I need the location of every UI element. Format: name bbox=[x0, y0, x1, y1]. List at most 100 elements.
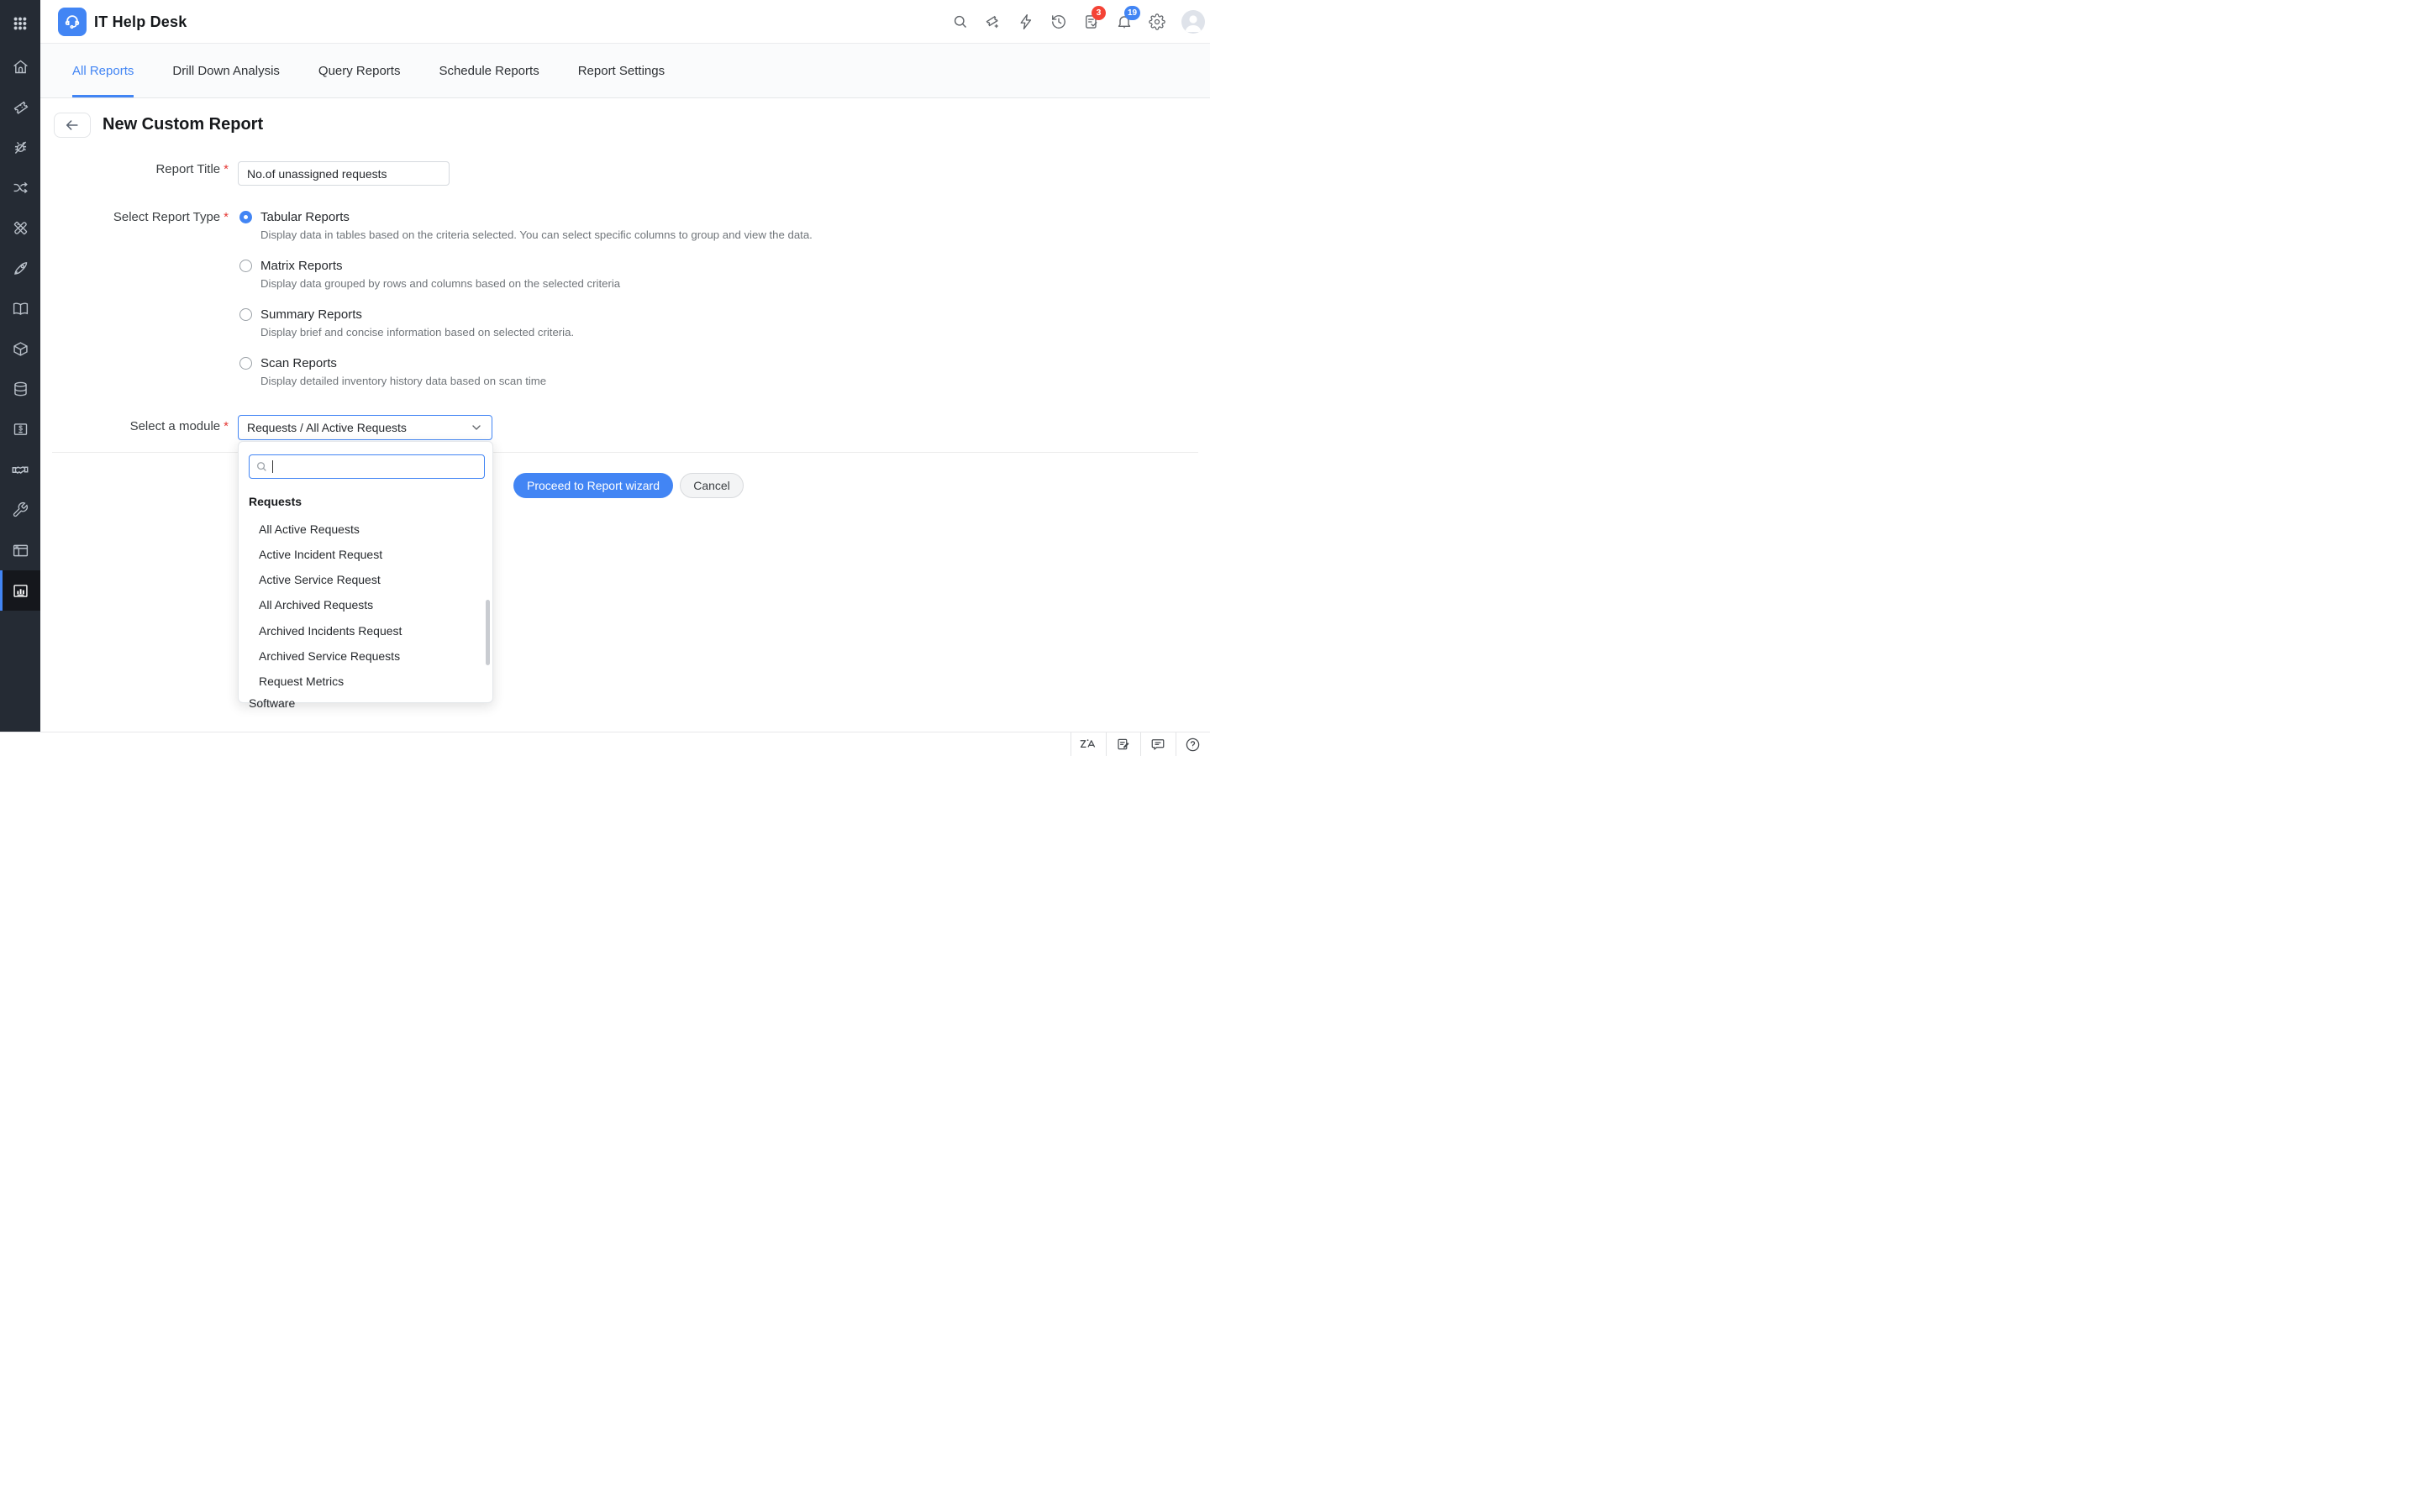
sidebar-item-projects[interactable] bbox=[0, 207, 40, 248]
module-dropdown-panel: Requests All Active Requests Active Inci… bbox=[238, 441, 493, 703]
radio-unselected-icon bbox=[239, 357, 252, 370]
home-icon bbox=[12, 58, 29, 76]
cube-icon bbox=[12, 340, 29, 358]
it-help-desk-screen: $ IT Help Desk bbox=[0, 0, 1210, 756]
radio-selected-icon bbox=[239, 211, 252, 223]
history-icon[interactable] bbox=[1050, 13, 1067, 30]
dropdown-scrollbar-thumb[interactable] bbox=[486, 600, 490, 665]
tabular-reports-description: Display data in tables based on the crit… bbox=[260, 228, 813, 241]
note-edit-icon[interactable] bbox=[1106, 732, 1141, 756]
bolt-icon[interactable] bbox=[1018, 13, 1034, 30]
bug-icon bbox=[12, 139, 29, 156]
sidebar-item-purchase[interactable]: $ bbox=[0, 409, 40, 449]
required-asterisk: * bbox=[224, 162, 229, 176]
approvals-icon[interactable]: 3 bbox=[1083, 13, 1100, 30]
bottom-utility-bar bbox=[0, 732, 1210, 756]
handshake-icon bbox=[11, 460, 29, 479]
report-title-input[interactable] bbox=[238, 161, 450, 186]
sidebar-item-assets[interactable] bbox=[0, 328, 40, 369]
left-nav-rail: $ bbox=[0, 0, 40, 732]
dropdown-item[interactable]: Active Service Request bbox=[259, 573, 381, 586]
text-cursor bbox=[272, 460, 273, 473]
help-icon[interactable] bbox=[1176, 732, 1211, 756]
report-title-label: Report Title* bbox=[40, 162, 229, 176]
reports-tab-bar: All Reports Drill Down Analysis Query Re… bbox=[40, 44, 1210, 98]
sidebar-item-solutions[interactable] bbox=[0, 288, 40, 328]
sidebar-item-admin[interactable] bbox=[0, 490, 40, 530]
main-content: New Custom Report Report Title* Select R… bbox=[40, 98, 1210, 732]
sidebar-item-cmdb[interactable] bbox=[0, 369, 40, 409]
chat-icon[interactable] bbox=[1140, 732, 1176, 756]
sidebar-item-contracts[interactable] bbox=[0, 449, 40, 490]
section-divider bbox=[52, 452, 1198, 453]
settings-gear-icon[interactable] bbox=[1149, 13, 1165, 30]
radio-tabular-reports[interactable]: Tabular Reports bbox=[239, 210, 350, 224]
apps-grid-icon[interactable] bbox=[0, 12, 40, 35]
sidebar-item-custom-module[interactable] bbox=[0, 530, 40, 570]
module-select[interactable]: Requests / All Active Requests bbox=[238, 415, 492, 440]
rocket-icon bbox=[12, 260, 29, 277]
required-asterisk: * bbox=[224, 419, 229, 433]
approvals-badge: 3 bbox=[1092, 6, 1106, 20]
module-select-value: Requests / All Active Requests bbox=[247, 421, 407, 434]
top-header: IT Help Desk 3 19 bbox=[40, 0, 1210, 44]
page-title: New Custom Report bbox=[103, 115, 263, 134]
proceed-button[interactable]: Proceed to Report wizard bbox=[513, 473, 673, 498]
header-icons: 3 19 bbox=[952, 0, 1205, 44]
sidebar-item-requests[interactable] bbox=[0, 87, 40, 127]
scan-reports-description: Display detailed inventory history data … bbox=[260, 375, 546, 387]
back-arrow-icon bbox=[65, 118, 80, 133]
database-icon bbox=[12, 381, 29, 398]
sidebar-item-home[interactable] bbox=[0, 46, 40, 87]
tab-schedule-reports[interactable]: Schedule Reports bbox=[439, 44, 539, 97]
matrix-reports-description: Display data grouped by rows and columns… bbox=[260, 277, 620, 290]
user-avatar[interactable] bbox=[1181, 10, 1205, 34]
dropdown-item[interactable]: Request Metrics bbox=[259, 675, 344, 688]
search-icon[interactable] bbox=[952, 13, 969, 30]
dropdown-group-requests: Requests bbox=[249, 495, 302, 508]
sidebar-item-reports[interactable] bbox=[0, 570, 40, 611]
design-icon bbox=[12, 219, 29, 237]
dropdown-item[interactable]: All Active Requests bbox=[259, 522, 360, 536]
dropdown-item[interactable]: Archived Incidents Request bbox=[259, 624, 402, 638]
sidebar-item-problems[interactable] bbox=[0, 127, 40, 167]
app-logo[interactable] bbox=[58, 8, 87, 36]
tab-all-reports[interactable]: All Reports bbox=[72, 44, 134, 97]
sidebar-item-releases[interactable] bbox=[0, 248, 40, 288]
chevron-down-icon bbox=[470, 421, 483, 434]
tab-drill-down-analysis[interactable]: Drill Down Analysis bbox=[172, 44, 280, 97]
required-asterisk: * bbox=[224, 210, 229, 224]
notifications-badge: 19 bbox=[1124, 6, 1140, 20]
shuffle-icon bbox=[12, 179, 29, 197]
ticket-icon bbox=[12, 98, 29, 116]
tab-query-reports[interactable]: Query Reports bbox=[318, 44, 401, 97]
dropdown-group-software: Software bbox=[249, 696, 295, 710]
select-module-label: Select a module* bbox=[40, 419, 229, 433]
zia-assistant-icon[interactable] bbox=[1071, 732, 1106, 756]
tab-report-settings[interactable]: Report Settings bbox=[578, 44, 665, 97]
dropdown-item[interactable]: Archived Service Requests bbox=[259, 649, 400, 663]
radio-summary-reports[interactable]: Summary Reports bbox=[239, 307, 362, 322]
ticket-add-icon[interactable] bbox=[985, 13, 1002, 30]
report-type-label: Select Report Type* bbox=[40, 210, 229, 224]
book-icon bbox=[12, 300, 29, 318]
notifications-icon[interactable]: 19 bbox=[1116, 13, 1133, 30]
bar-chart-icon bbox=[12, 582, 29, 600]
radio-matrix-reports[interactable]: Matrix Reports bbox=[239, 259, 343, 273]
dropdown-item[interactable]: All Archived Requests bbox=[259, 598, 373, 612]
dropdown-item[interactable]: Active Incident Request bbox=[259, 548, 382, 561]
svg-text:$: $ bbox=[18, 423, 23, 432]
wrench-icon bbox=[12, 501, 29, 518]
layout-icon bbox=[12, 542, 29, 559]
radio-unselected-icon bbox=[239, 308, 252, 321]
radio-unselected-icon bbox=[239, 260, 252, 272]
cancel-button[interactable]: Cancel bbox=[680, 473, 744, 498]
radio-scan-reports[interactable]: Scan Reports bbox=[239, 356, 337, 370]
purchase-icon: $ bbox=[12, 421, 29, 438]
sidebar-item-changes[interactable] bbox=[0, 167, 40, 207]
back-button[interactable] bbox=[54, 113, 91, 138]
app-title: IT Help Desk bbox=[94, 0, 187, 44]
module-search-input[interactable] bbox=[249, 454, 485, 479]
summary-reports-description: Display brief and concise information ba… bbox=[260, 326, 574, 339]
search-icon bbox=[255, 460, 268, 473]
